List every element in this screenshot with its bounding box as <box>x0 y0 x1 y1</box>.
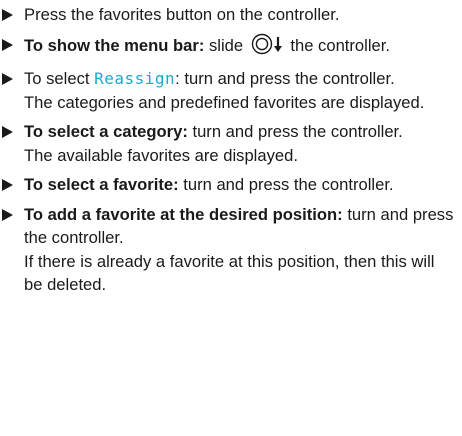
step-lead: To select a favorite: <box>24 175 179 194</box>
step-press-favorites-button: Press the favorites button on the contro… <box>0 3 456 27</box>
step-add-favorite: To add a favorite at the desired positio… <box>0 203 456 297</box>
step-arrow-icon <box>2 73 13 85</box>
step-select-reassign: To select Reassign: turn and press the c… <box>0 67 456 114</box>
step-text: slide <box>204 35 248 55</box>
step-arrow-icon <box>2 9 13 21</box>
instruction-page: Press the favorites button on the contro… <box>0 0 462 436</box>
step-select-favorite: To select a favorite: turn and press the… <box>0 173 456 197</box>
step-result: If there is already a favorite at this p… <box>24 251 435 295</box>
step-text: the controller. <box>285 35 390 55</box>
step-show-menu-bar: To show the menu bar: slide the controll… <box>0 33 456 62</box>
step-result: The available favorites are displayed. <box>24 145 298 165</box>
step-arrow-icon <box>2 179 13 191</box>
step-text: : turn and press the controller. <box>175 69 395 88</box>
step-arrow-icon <box>2 126 13 138</box>
step-lead: To show the menu bar: <box>24 35 205 55</box>
step-arrow-icon <box>2 208 13 221</box>
step-lead: To add a favorite at the desired positio… <box>24 204 343 224</box>
step-result: The categories and predefined favorites … <box>24 92 425 112</box>
controller-slide-down-icon <box>251 33 285 62</box>
step-text: turn and press the controller. <box>178 175 394 194</box>
step-lead: To select a category: <box>24 122 188 141</box>
step-text: turn and press the controller. <box>187 122 403 141</box>
menu-item-reassign: Reassign <box>94 69 176 88</box>
instruction-steps-list: Press the favorites button on the contro… <box>0 3 456 297</box>
step-arrow-icon <box>2 38 13 51</box>
step-select-category: To select a category: turn and press the… <box>0 120 456 167</box>
step-text: Press the favorites button on the contro… <box>24 5 340 24</box>
step-text: To select <box>24 69 95 88</box>
